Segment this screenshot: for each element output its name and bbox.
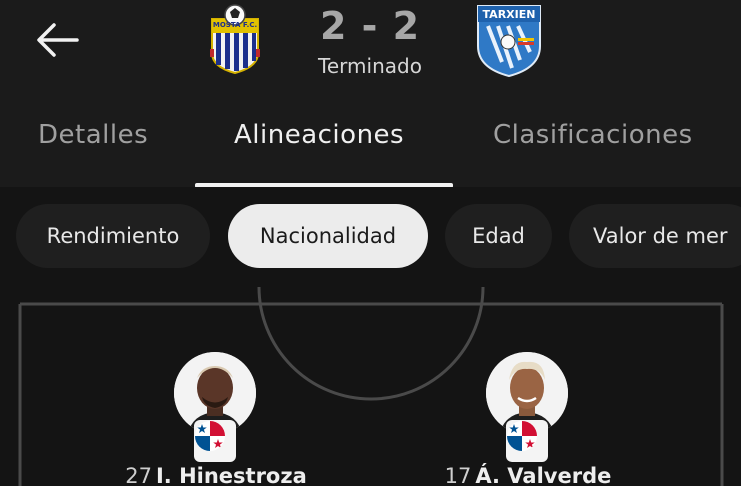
tab-clasificaciones[interactable]: Clasificaciones (493, 120, 693, 150)
home-team-crest[interactable]: MOSTA F.C. (206, 3, 264, 75)
player-name: Á. Valverde (475, 464, 612, 486)
chip-valor-de-mercado[interactable]: Valor de mer (569, 204, 741, 268)
match-score: 2 - 2 (319, 4, 421, 48)
away-team-crest[interactable]: TARXIEN (474, 2, 544, 78)
panama-flag-icon (507, 421, 537, 451)
back-button[interactable] (30, 18, 84, 62)
player-number: 17 (444, 464, 472, 486)
home-crest-text: MOSTA F.C. (212, 21, 258, 29)
chip-rendimiento[interactable]: Rendimiento (16, 204, 210, 268)
mosta-fc-crest-icon (210, 4, 260, 75)
tab-detalles[interactable]: Detalles (38, 120, 148, 150)
player-name: I. Hinestroza (155, 464, 307, 486)
tab-bar: Detalles Alineaciones Clasificaciones (0, 108, 741, 188)
player-label: 17 Á. Valverde (428, 464, 628, 486)
away-crest-text: TARXIEN (482, 8, 536, 21)
arrow-left-icon (37, 23, 79, 57)
panama-flag-icon (195, 421, 225, 451)
player-number: 27 (125, 464, 152, 486)
tab-alineaciones[interactable]: Alineaciones (234, 120, 404, 150)
chip-edad[interactable]: Edad (445, 204, 552, 268)
player-nationality-flag (506, 420, 548, 462)
match-status: Terminado (318, 54, 422, 78)
player-card[interactable]: 17 Á. Valverde (428, 352, 628, 486)
chip-nacionalidad[interactable]: Nacionalidad (228, 204, 428, 268)
player-nationality-flag (194, 420, 236, 462)
filter-chip-bar: Rendimiento Nacionalidad Edad Valor de m… (0, 187, 741, 287)
match-header: MOSTA F.C. 2 - 2 Terminado TARXIEN Detal… (0, 0, 741, 188)
pitch-lines (18, 287, 724, 486)
player-card[interactable]: 27 I. Hinestroza (116, 352, 316, 486)
player-label: 27 I. Hinestroza (116, 464, 316, 486)
lineup-pitch: 27 I. Hinestroza 17 Á. Valverde (0, 287, 741, 486)
